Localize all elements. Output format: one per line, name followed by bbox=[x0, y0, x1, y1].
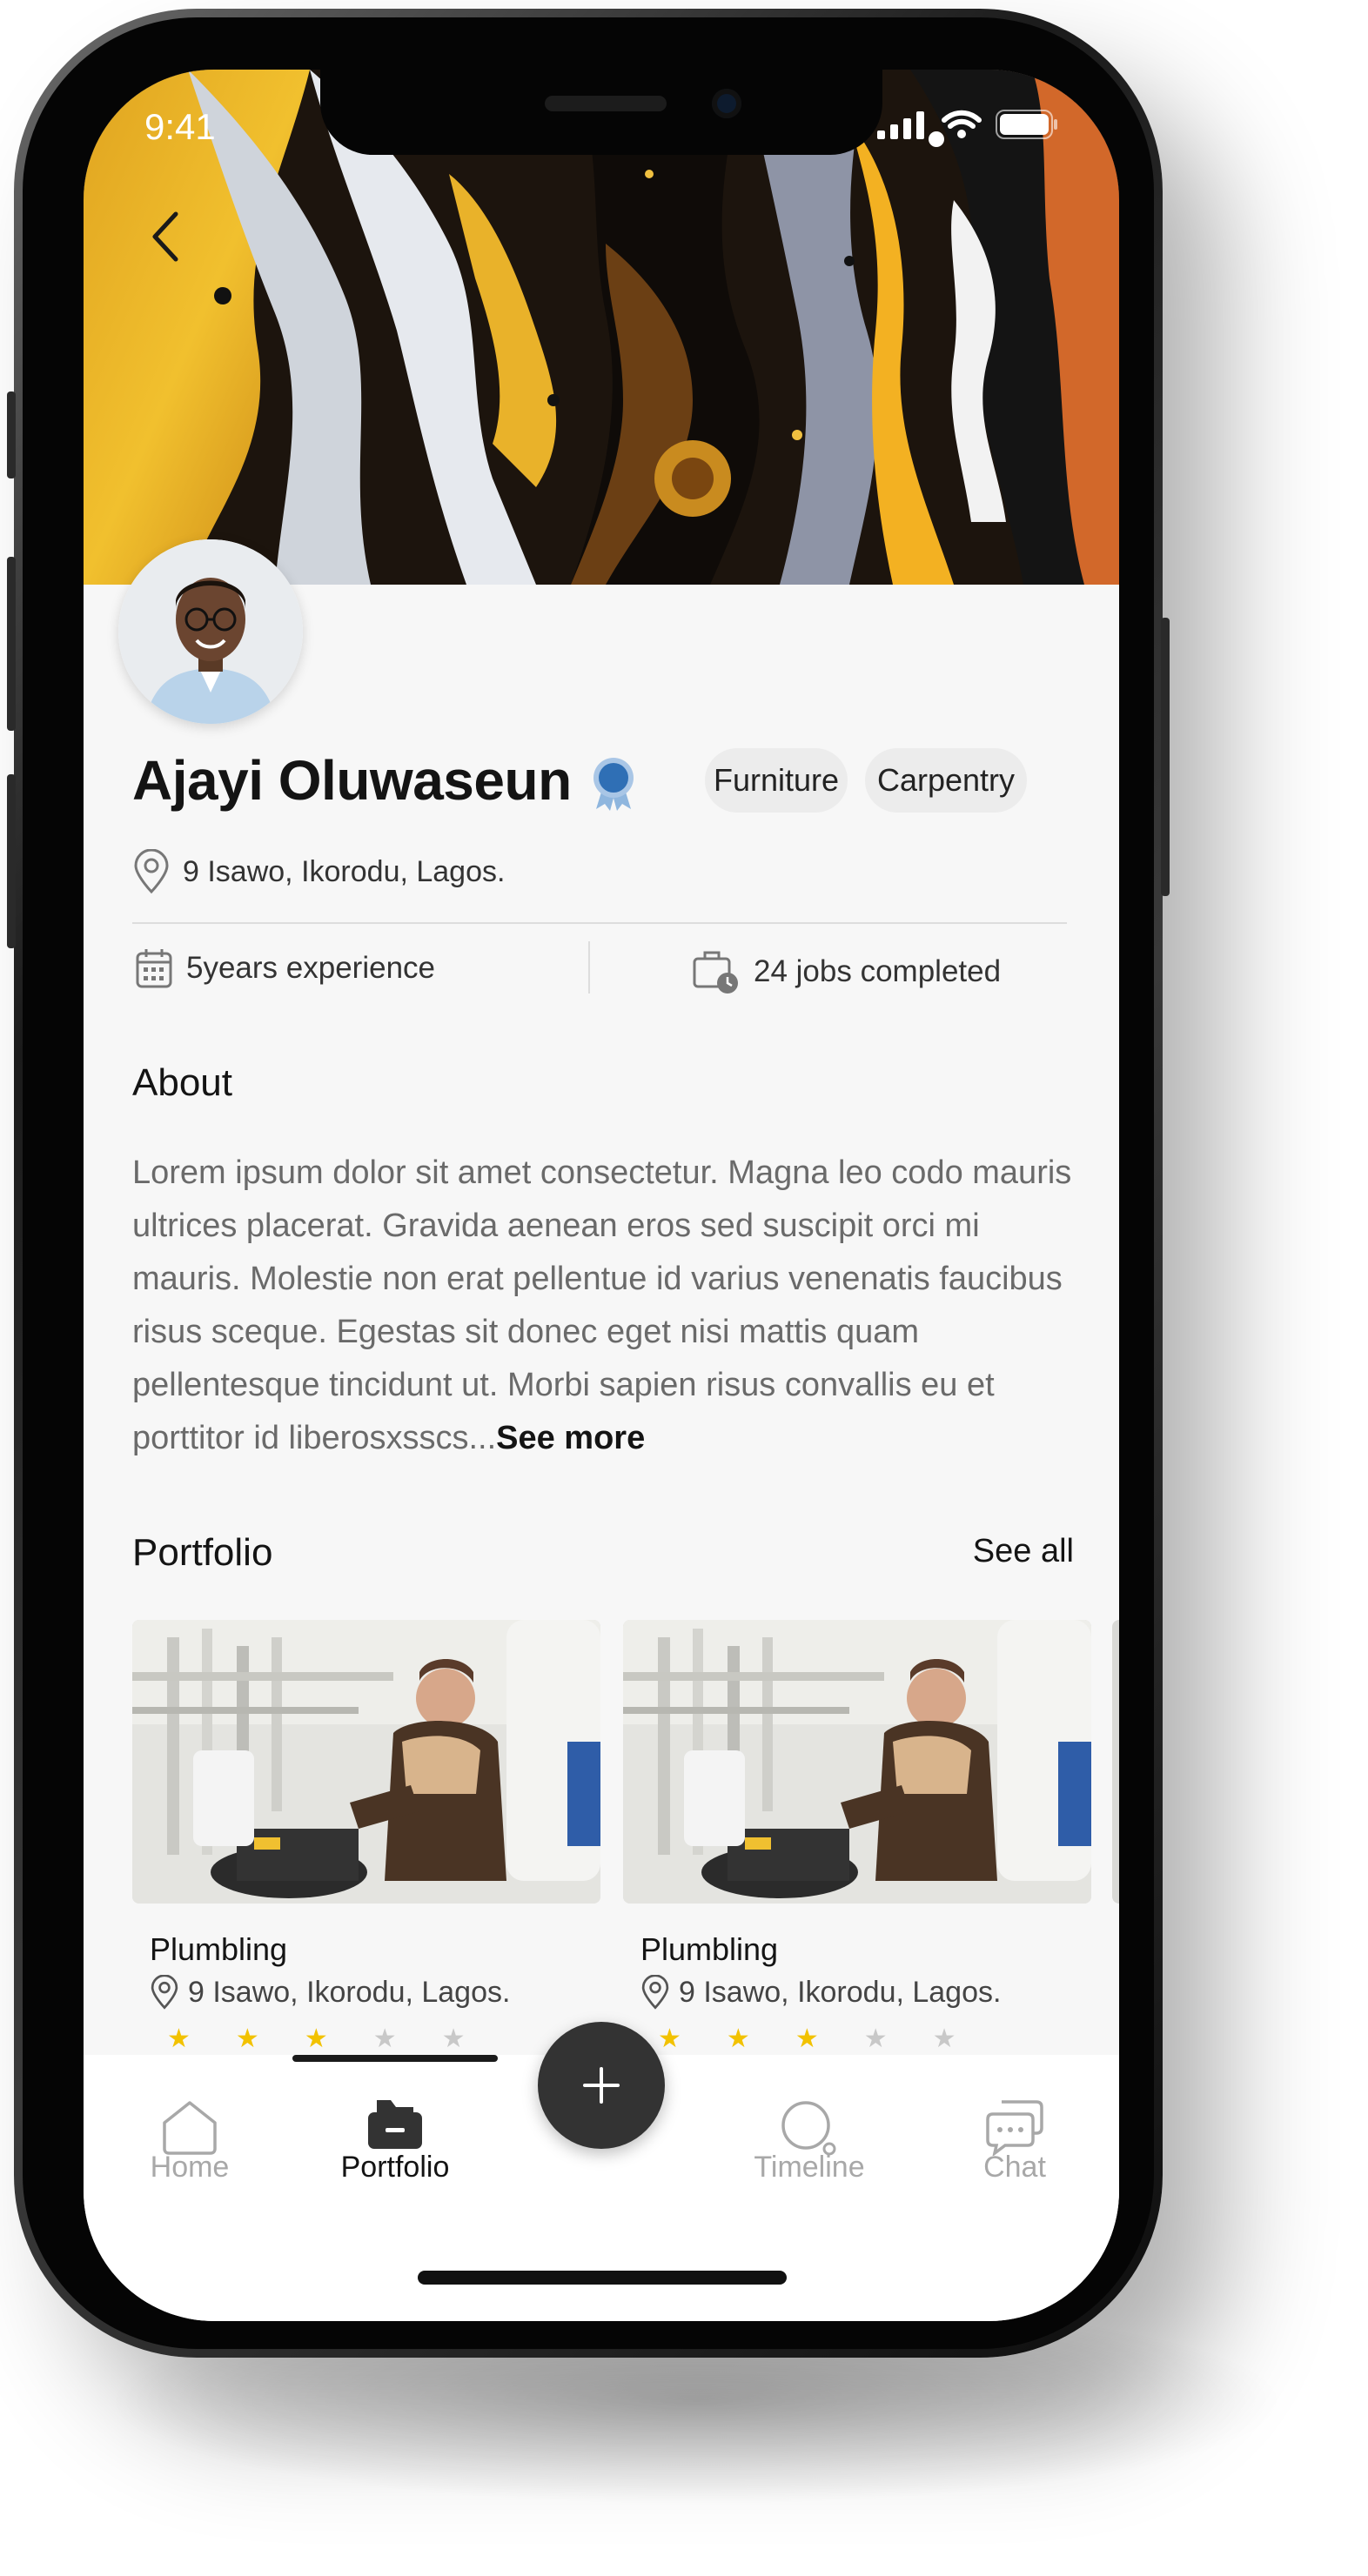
experience-stat: 5years experience bbox=[136, 948, 435, 988]
signal-icon bbox=[877, 111, 924, 139]
mute-switch bbox=[7, 391, 16, 478]
nav-item-timeline[interactable]: Timeline bbox=[722, 2055, 896, 2229]
star-icon: ★ bbox=[235, 2024, 259, 2053]
experience-text: 5years experience bbox=[186, 951, 435, 985]
chat-icon bbox=[986, 2100, 1043, 2156]
wifi-icon bbox=[942, 110, 982, 138]
portfolio-card-location: 9 Isawo, Ikorodu, Lagos. bbox=[640, 1975, 1001, 2010]
star-icon: ★ bbox=[441, 2024, 466, 2053]
home-icon bbox=[163, 2101, 217, 2155]
portfolio-card-title: Plumbling bbox=[640, 1931, 779, 1967]
nav-label: Chat bbox=[983, 2151, 1046, 2184]
volume-up-button bbox=[7, 557, 16, 731]
nav-label: Home bbox=[150, 2151, 230, 2184]
notch bbox=[320, 70, 882, 155]
about-body: Lorem ipsum dolor sit amet consectetur. … bbox=[132, 1154, 1072, 1456]
jobs-text: 24 jobs completed bbox=[754, 954, 1002, 988]
nav-item-chat[interactable]: Chat bbox=[928, 2055, 1102, 2229]
profile-avatar bbox=[118, 539, 303, 724]
profile-location: 9 Isawo, Ikorodu, Lagos. bbox=[132, 849, 505, 894]
back-button[interactable] bbox=[131, 202, 200, 271]
location-text: 9 Isawo, Ikorodu, Lagos. bbox=[183, 854, 506, 888]
location-pin-icon bbox=[134, 849, 169, 894]
location-text: 9 Isawo, Ikorodu, Lagos. bbox=[188, 1975, 511, 2009]
location-pin-icon bbox=[151, 1975, 178, 2010]
battery-icon bbox=[996, 110, 1057, 139]
speaker-grille bbox=[545, 96, 667, 111]
tag-chip-furniture[interactable]: Furniture bbox=[705, 748, 848, 813]
power-button bbox=[1161, 618, 1170, 896]
chevron-left-icon bbox=[152, 211, 178, 262]
briefcase-clock-icon bbox=[693, 951, 738, 994]
nav-label: Portfolio bbox=[340, 2151, 450, 2184]
location-text: 9 Isawo, Ikorodu, Lagos. bbox=[679, 1975, 1002, 2009]
nav-item-portfolio[interactable]: Portfolio bbox=[308, 2055, 482, 2229]
active-tab-indicator bbox=[292, 2055, 498, 2062]
see-more-link[interactable]: See more bbox=[496, 1420, 645, 1456]
nav-label: Timeline bbox=[754, 2151, 865, 2184]
star-icon: ★ bbox=[372, 2024, 397, 2053]
portfolio-card-peek bbox=[1112, 1620, 1119, 1904]
star-icon: ★ bbox=[167, 2024, 191, 2053]
portfolio-card-title: Plumbling bbox=[150, 1931, 288, 1967]
rating-stars: ★ ★ ★ ★ ★ bbox=[658, 2024, 956, 2054]
calendar-icon bbox=[136, 949, 172, 988]
about-title: About bbox=[132, 1061, 232, 1104]
location-pin-icon bbox=[641, 1975, 669, 2010]
phone-frame: 9:41 Ajayi Oluwaseun Furniture Carpentry… bbox=[7, 9, 1170, 2358]
see-all-link[interactable]: See all bbox=[973, 1533, 1074, 1570]
verified-badge-icon bbox=[593, 758, 634, 811]
home-indicator[interactable] bbox=[418, 2271, 787, 2285]
front-camera bbox=[712, 89, 741, 118]
tag-chip-carpentry[interactable]: Carpentry bbox=[865, 748, 1027, 813]
status-icons bbox=[877, 110, 1058, 139]
star-icon: ★ bbox=[863, 2024, 888, 2053]
app-screen: 9:41 Ajayi Oluwaseun Furniture Carpentry… bbox=[84, 70, 1119, 2321]
portfolio-title: Portfolio bbox=[132, 1531, 273, 1574]
star-icon: ★ bbox=[304, 2024, 328, 2053]
portfolio-card-image[interactable] bbox=[132, 1620, 600, 1904]
profile-name: Ajayi Oluwaseun bbox=[132, 749, 572, 812]
portfolio-card-location: 9 Isawo, Ikorodu, Lagos. bbox=[150, 1975, 510, 2010]
rating-stars: ★ ★ ★ ★ ★ bbox=[167, 2024, 466, 2054]
star-icon: ★ bbox=[932, 2024, 956, 2053]
add-button[interactable] bbox=[538, 2022, 665, 2149]
nav-item-home[interactable]: Home bbox=[103, 2055, 277, 2229]
jobs-stat: 24 jobs completed bbox=[693, 948, 1001, 995]
star-icon: ★ bbox=[726, 2024, 750, 2053]
portfolio-card-image[interactable] bbox=[623, 1620, 1091, 1904]
star-icon: ★ bbox=[795, 2024, 819, 2053]
about-text: Lorem ipsum dolor sit amet consectetur. … bbox=[132, 1147, 1081, 1465]
stat-divider bbox=[588, 941, 590, 994]
status-time: 9:41 bbox=[144, 106, 216, 147]
volume-down-button bbox=[7, 774, 16, 948]
plus-icon bbox=[583, 2067, 620, 2104]
star-icon: ★ bbox=[658, 2024, 681, 2053]
divider bbox=[132, 922, 1067, 924]
folder-icon bbox=[368, 2100, 422, 2149]
